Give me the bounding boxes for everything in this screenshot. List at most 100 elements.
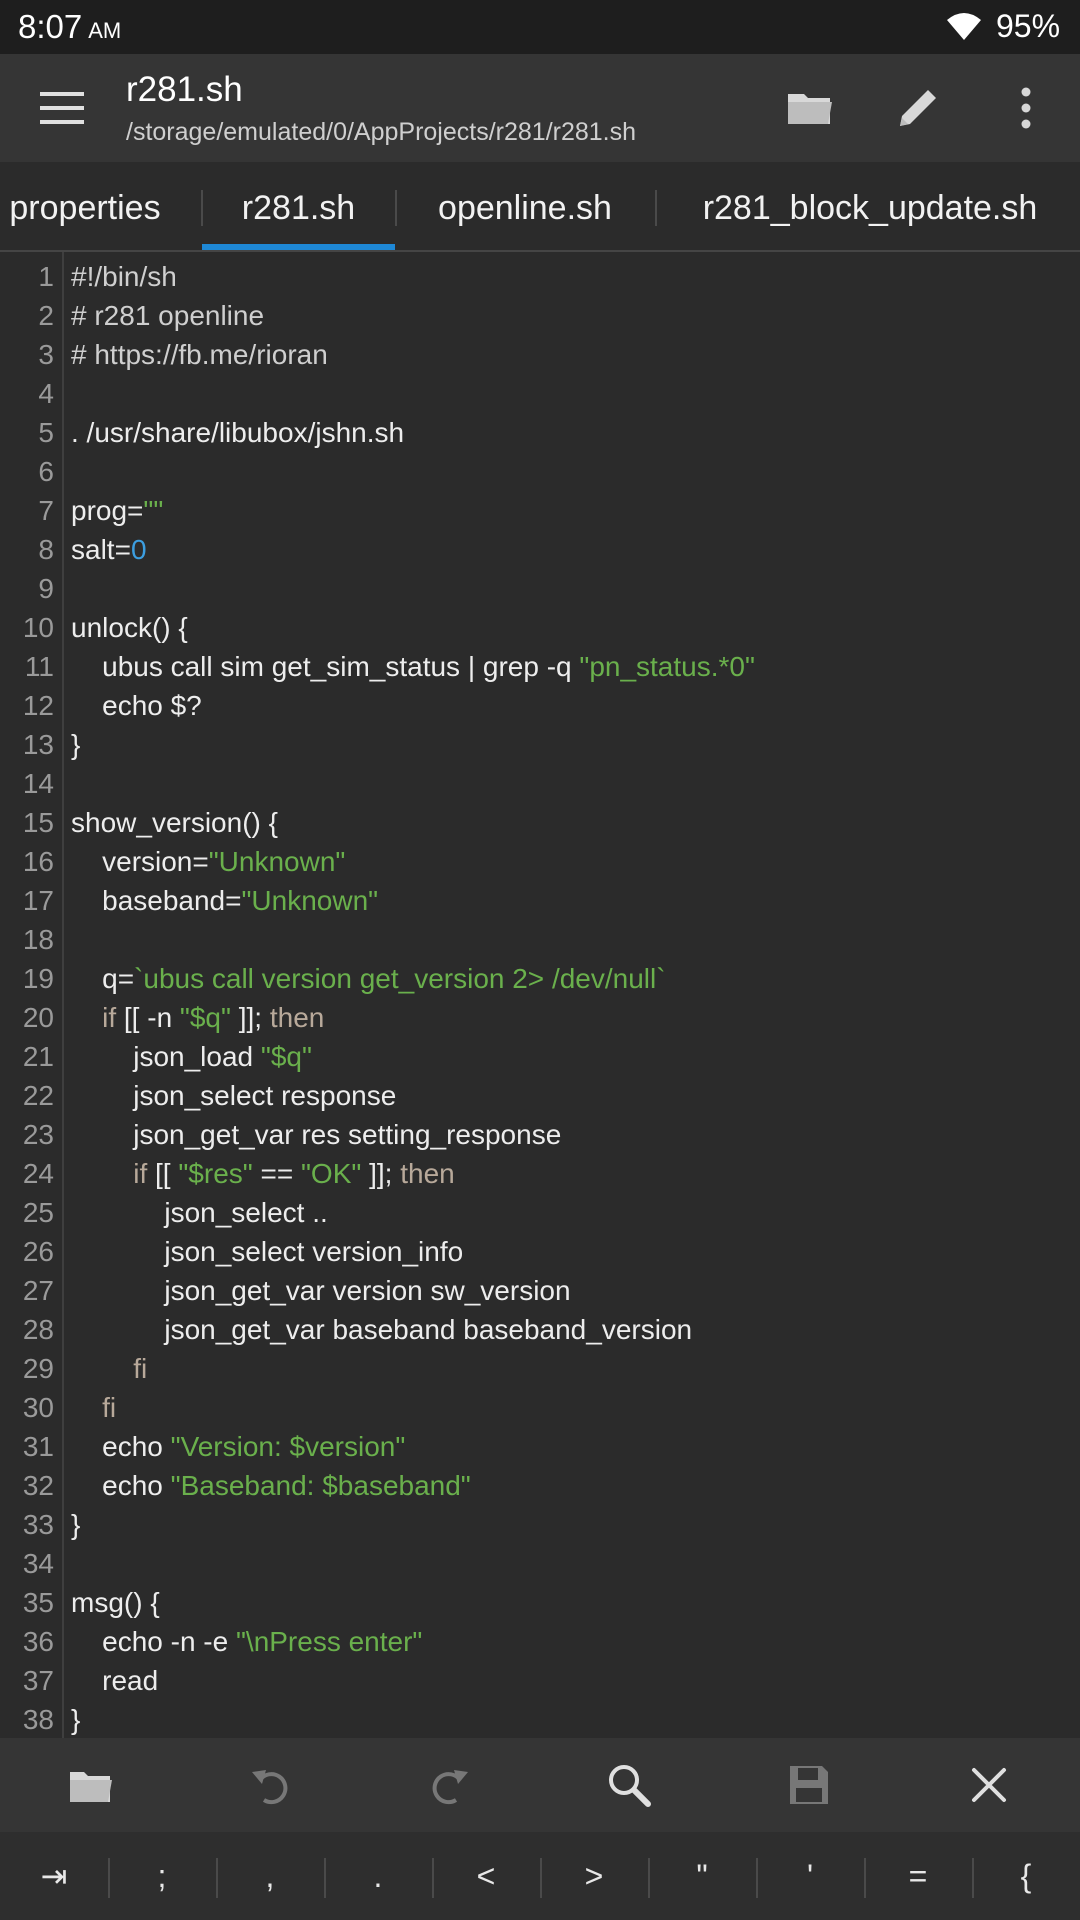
undo-icon[interactable] [246,1760,296,1810]
line-code: q=`ubus call version get_version 2> /dev… [71,963,666,994]
line-code: . /usr/share/libubox/jshn.sh [71,417,405,448]
code-line[interactable]: 25 json_select .. [0,1193,1080,1232]
tab-r281-block-update-sh[interactable]: r281_block_update.sh [680,162,1060,250]
code-line[interactable]: 23 json_get_var res setting_response [0,1115,1080,1154]
code-line[interactable]: 10 unlock() { [0,608,1080,647]
code-line[interactable]: 19 q=`ubus call version get_version 2> /… [0,959,1080,998]
line-number: 7 [38,495,54,526]
code-line[interactable]: 6 [0,452,1080,491]
line-number: 10 [22,612,54,643]
code-line[interactable]: 12 echo $? [0,686,1080,725]
code-line[interactable]: 8 salt=0 [0,530,1080,569]
line-number: 20 [22,1002,54,1033]
symbol-key[interactable]: = [864,1832,972,1920]
code-line[interactable]: 34 [0,1544,1080,1583]
symbol-key[interactable]: { [972,1832,1080,1920]
line-code: echo $? [71,690,202,721]
tab-label: openline.sh [438,189,612,227]
line-code: json_get_var version sw_version [71,1275,571,1306]
app-bar: r281.sh /storage/emulated/0/AppProjects/… [0,54,1080,162]
line-code: echo -n -e "\nPress enter" [71,1626,423,1657]
code-line[interactable]: 11 ubus call sim get_sim_status | grep -… [0,647,1080,686]
line-number: 24 [22,1158,54,1189]
symbol-divider [108,1858,110,1898]
code-line[interactable]: 24 if [[ "$res" == "OK" ]]; then [0,1154,1080,1193]
line-number: 35 [22,1587,54,1618]
line-number: 15 [22,807,54,838]
line-number: 12 [22,690,54,721]
line-code: version="Unknown" [71,846,346,877]
code-line[interactable]: 14 [0,764,1080,803]
wifi-icon [947,13,981,40]
line-code: json_select version_info [71,1236,464,1267]
line-number: 25 [22,1197,54,1228]
symbol-divider [756,1858,758,1898]
tab-r281-sh[interactable]: r281.sh [202,162,395,250]
line-code: json_select .. [71,1197,328,1228]
code-line[interactable]: 3 # https://fb.me/rioran [0,335,1080,374]
line-code: } [71,1509,81,1540]
symbol-key[interactable]: > [540,1832,648,1920]
tab-openline-sh[interactable]: openline.sh [420,162,630,250]
line-number: 34 [22,1548,54,1579]
code-line[interactable]: 30 fi [0,1388,1080,1427]
symbol-key[interactable]: ⇥ [0,1832,108,1920]
status-bar: 8:07 AM 95% [0,0,1080,54]
line-number: 28 [22,1314,54,1345]
line-number: 27 [22,1275,54,1306]
code-line[interactable]: 32 echo "Baseband: $baseband" [0,1466,1080,1505]
code-line[interactable]: 15 show_version() { [0,803,1080,842]
line-code: prog="" [71,495,164,526]
line-number: 1 [38,261,54,292]
line-code: unlock() { [71,612,188,643]
code-line[interactable]: 22 json_select response [0,1076,1080,1115]
search-icon[interactable] [604,1760,654,1810]
symbol-bar: ⇥;,. < > " ' ={ [0,1832,1080,1920]
line-code: json_select response [71,1080,397,1111]
code-line[interactable]: 5 . /usr/share/libubox/jshn.sh [0,413,1080,452]
symbol-key[interactable]: " [648,1832,756,1920]
code-line[interactable]: 9 [0,569,1080,608]
pencil-icon[interactable] [892,82,944,134]
symbol-key[interactable]: . [324,1832,432,1920]
symbol-key[interactable]: , [216,1832,324,1920]
code-line[interactable]: 28 json_get_var baseband baseband_versio… [0,1310,1080,1349]
code-line[interactable]: 7 prog="" [0,491,1080,530]
code-editor[interactable]: 1 #!/bin/sh 2 # r281 openline 3 # https://fb.… [0,252,1080,1738]
line-number: 21 [22,1041,54,1072]
line-code: #!/bin/sh [71,261,177,292]
line-number: 33 [22,1509,54,1540]
close-icon[interactable] [964,1760,1014,1810]
save-icon[interactable] [784,1760,834,1810]
tab-properties[interactable]: properties [0,162,170,250]
more-vertical-icon[interactable] [1000,82,1052,134]
code-line[interactable]: 17 baseband="Unknown" [0,881,1080,920]
code-line[interactable]: 29 fi [0,1349,1080,1388]
code-line[interactable]: 33} [0,1505,1080,1544]
status-ampm: AM [88,18,122,43]
symbol-key[interactable]: < [432,1832,540,1920]
code-line[interactable]: 20 if [[ -n "$q" ]]; then [0,998,1080,1037]
folder-icon[interactable] [784,82,836,134]
symbol-key[interactable]: ; [108,1832,216,1920]
code-line[interactable]: 38} [0,1700,1080,1738]
line-number: 32 [22,1470,54,1501]
code-line[interactable]: 31 echo "Version: $version" [0,1427,1080,1466]
code-line[interactable]: 21 json_load "$q" [0,1037,1080,1076]
code-line[interactable]: 27 json_get_var version sw_version [0,1271,1080,1310]
code-line[interactable]: 35 msg() { [0,1583,1080,1622]
code-line[interactable]: 36 echo -n -e "\nPress enter" [0,1622,1080,1661]
code-line[interactable]: 4 [0,374,1080,413]
menu-icon[interactable] [40,90,84,126]
code-line[interactable]: 16 version="Unknown" [0,842,1080,881]
code-line[interactable]: 37 read [0,1661,1080,1700]
code-line[interactable]: 2 # r281 openline [0,296,1080,335]
battery-level: 95% [996,8,1061,44]
code-line[interactable]: 26 json_select version_info [0,1232,1080,1271]
code-line[interactable]: 1 #!/bin/sh [0,257,1080,296]
open-folder-icon[interactable] [66,1760,116,1810]
code-line[interactable]: 13} [0,725,1080,764]
code-line[interactable]: 18 [0,920,1080,959]
symbol-key[interactable]: ' [756,1832,864,1920]
redo-icon[interactable] [424,1760,474,1810]
